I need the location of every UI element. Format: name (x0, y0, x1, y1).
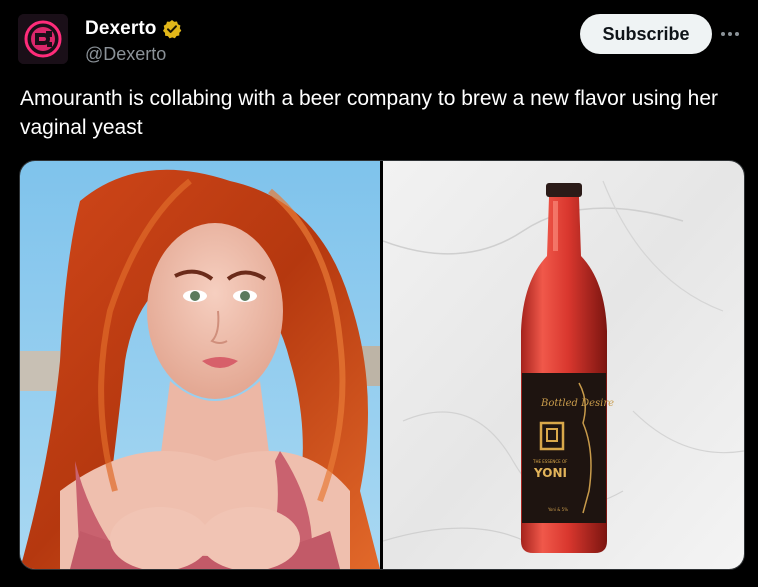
author-display-name[interactable]: Dexerto (85, 18, 156, 40)
dexerto-logo-icon (18, 14, 68, 64)
photo-beer-bottle: Bottled Desire THE ESSENCE OF YONI Yoni … (383, 161, 744, 569)
tweet-text: Amouranth is collabing with a beer compa… (20, 87, 719, 139)
bottle-footer: Yoni & 5% (547, 507, 568, 512)
photo-person (20, 161, 380, 569)
tweet-media: Bottled Desire THE ESSENCE OF YONI Yoni … (19, 160, 745, 570)
bottle-brand-script: Bottled Desire (540, 398, 614, 409)
verified-badge-icon[interactable] (162, 19, 182, 39)
bottle-name: YONI (533, 466, 567, 480)
display-name-row: Dexerto (85, 18, 182, 40)
author-info: Dexerto @Dexerto (85, 18, 182, 65)
more-options-icon[interactable] (718, 22, 742, 46)
media-photo-bottle[interactable]: Bottled Desire THE ESSENCE OF YONI Yoni … (383, 161, 744, 569)
avatar[interactable] (18, 14, 68, 64)
media-photo-person[interactable] (20, 161, 380, 569)
author-handle[interactable]: @Dexerto (85, 44, 182, 65)
subscribe-button[interactable]: Subscribe (580, 14, 712, 54)
tweet-header: Dexerto @Dexerto Subscribe (16, 12, 742, 68)
bottle-small-text: THE ESSENCE OF (532, 459, 568, 464)
tweet-card: Dexerto @Dexerto Subscribe Amouranth is … (0, 0, 758, 587)
